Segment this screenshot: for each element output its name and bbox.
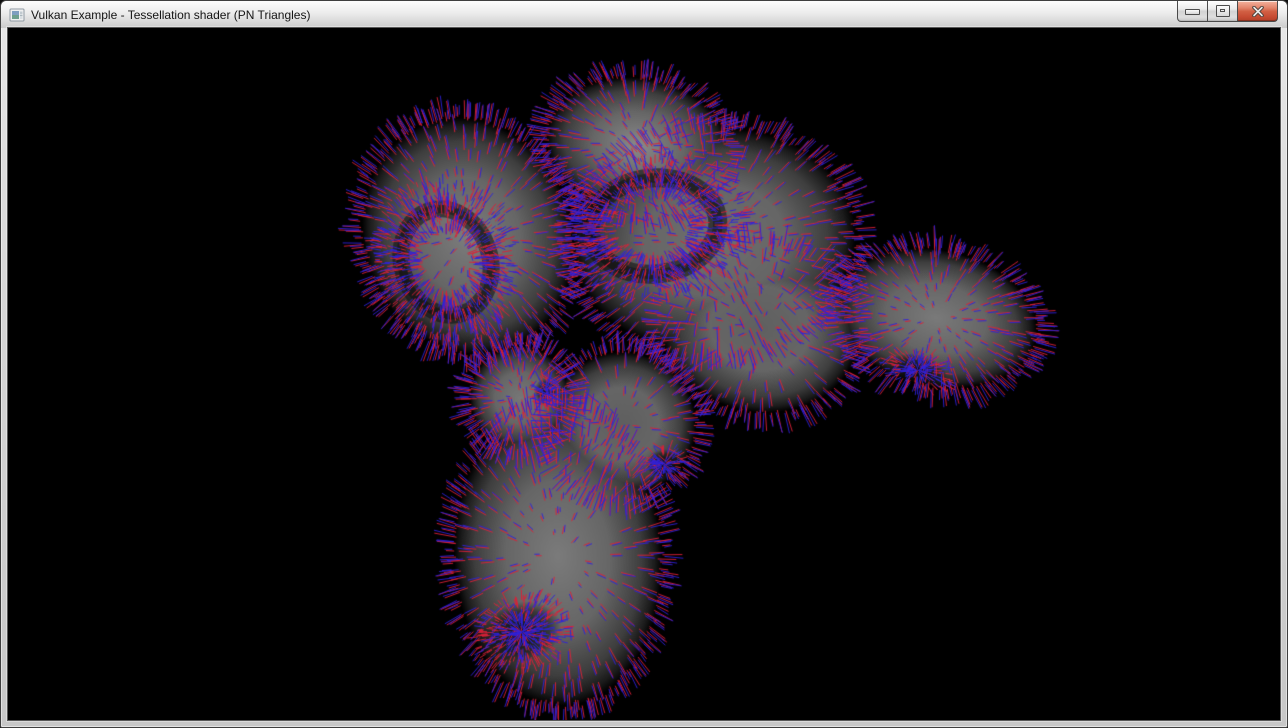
- close-button[interactable]: [1237, 1, 1278, 22]
- vulkan-scene-canvas[interactable]: [8, 28, 1280, 720]
- title-bar[interactable]: Vulkan Example - Tessellation shader (PN…: [1, 1, 1287, 28]
- minimize-button[interactable]: [1177, 1, 1208, 22]
- window-title: Vulkan Example - Tessellation shader (PN…: [31, 8, 310, 22]
- window-frame: Vulkan Example - Tessellation shader (PN…: [0, 0, 1288, 728]
- close-icon: [1251, 6, 1265, 17]
- caption-buttons: [1178, 1, 1278, 22]
- render-viewport[interactable]: [8, 28, 1280, 720]
- maximize-icon: [1216, 5, 1230, 17]
- app-icon[interactable]: [9, 7, 25, 23]
- maximize-button[interactable]: [1207, 1, 1238, 22]
- minimize-icon: [1185, 9, 1200, 15]
